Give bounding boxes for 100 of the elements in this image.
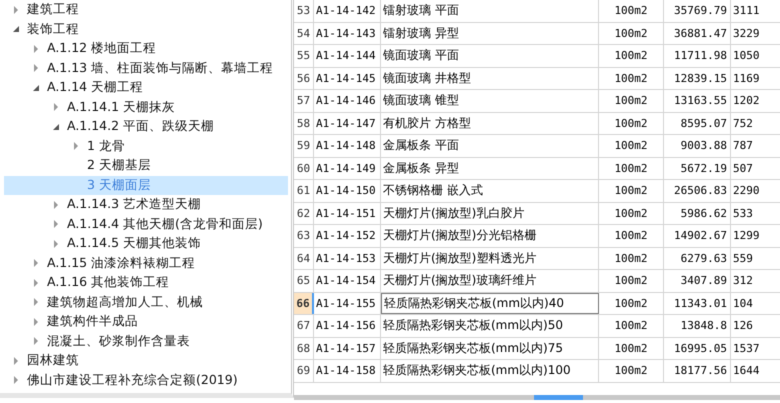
collapsed-triangle-icon[interactable]	[12, 376, 20, 384]
tree-item[interactable]: A.1.13 墙、柱面装饰与隔断、幕墙工程	[4, 58, 288, 78]
tree-item-label: A.1.14.5 天棚其他装饰	[67, 235, 202, 252]
expanded-triangle-icon[interactable]	[12, 25, 20, 34]
horizontal-scrollbar[interactable]	[294, 395, 780, 400]
table-cell-text: 1644	[732, 363, 760, 380]
row-number[interactable]: 59	[294, 135, 314, 156]
tree-item[interactable]: A.1.14.2 平面、跌级天棚	[4, 117, 288, 136]
tree-item[interactable]: 建筑工程	[4, 0, 288, 20]
table-cell-text: 104	[732, 296, 754, 312]
row-number[interactable]: 62	[294, 202, 314, 224]
table-cell: 镜面玻璃 锥型	[381, 90, 599, 112]
table-cell: 100m2	[599, 202, 664, 224]
collapsed-triangle-icon[interactable]	[32, 259, 40, 268]
tree-item[interactable]: A.1.16 其他装饰工程	[4, 273, 288, 292]
collapsed-triangle-icon[interactable]	[52, 240, 60, 248]
tree-item[interactable]: A.1.15 油漆涂料裱糊工程	[4, 254, 288, 273]
collapsed-triangle-icon[interactable]	[32, 44, 40, 53]
collapsed-triangle-icon[interactable]	[72, 142, 80, 150]
row-number[interactable]: 64	[294, 248, 314, 269]
tree-item[interactable]: A.1.14.3 艺术造型天棚	[4, 195, 288, 214]
row-number[interactable]: 63	[294, 225, 314, 246]
tree-item-label: A.1.12 楼地面工程	[47, 40, 156, 58]
row-number[interactable]: 65	[294, 270, 314, 292]
collapsed-triangle-icon[interactable]	[12, 6, 20, 14]
table-cell: 轻质隔热彩钢夹芯板(mm以内)40	[381, 292, 599, 314]
row-number[interactable]: 56	[294, 68, 314, 89]
table-cell: 100m2	[599, 45, 664, 66]
table-cell: A1-14-147	[314, 112, 381, 134]
expanded-triangle-icon[interactable]	[32, 84, 40, 92]
table-cell: A1-14-157	[314, 338, 381, 359]
tree-item[interactable]: A.1.14.1 天棚抹灰	[4, 98, 288, 117]
collapsed-triangle-icon[interactable]	[32, 64, 40, 72]
tree-item[interactable]: 混凝土、砂浆制作含量表	[4, 332, 288, 351]
table-cell: 16995.05	[664, 338, 731, 359]
collapsed-triangle-icon[interactable]	[32, 318, 40, 326]
row-number[interactable]: 53	[294, 0, 314, 22]
table-cell: 100m2	[599, 180, 664, 202]
tree-item-label: 建筑工程	[27, 1, 79, 18]
collapsed-triangle-icon[interactable]	[32, 278, 40, 287]
tree-item-label: 建筑物超高增加人工、机械	[47, 294, 203, 311]
table-cell: A1-14-145	[314, 68, 381, 89]
collapsed-triangle-icon[interactable]	[32, 337, 40, 346]
row-number[interactable]: 69	[294, 360, 314, 382]
table-cell: 100m2	[599, 270, 664, 292]
table-cell: 轻质隔热彩钢夹芯板(mm以内)75	[381, 338, 599, 359]
expanded-triangle-icon[interactable]	[52, 122, 60, 131]
collapsed-triangle-icon[interactable]	[52, 200, 60, 209]
tree-item-label: 混凝土、砂浆制作含量表	[47, 332, 190, 350]
collapsed-triangle-icon[interactable]	[12, 356, 20, 365]
table-cell: 100m2	[599, 360, 664, 382]
table-cell: A1-14-143	[314, 22, 381, 44]
table-cell: 13163.55	[664, 90, 731, 112]
table-cell: A1-14-149	[314, 158, 381, 179]
row-number[interactable]: 67	[294, 315, 314, 336]
row-number[interactable]: 58	[294, 112, 314, 134]
tree-item[interactable]: 园林建筑	[4, 351, 288, 370]
tree-item[interactable]: 2 天棚基层	[4, 156, 288, 176]
table-cell-text: 1299	[732, 228, 760, 244]
table-cell: 36881.47	[664, 22, 731, 44]
table-cell: 18177.56	[664, 360, 731, 382]
table-cell: A1-14-148	[314, 135, 381, 156]
tree-item-label: A.1.16 其他装饰工程	[47, 274, 170, 292]
table-cell: 100m2	[599, 338, 664, 359]
row-number[interactable]: 57	[294, 90, 314, 112]
tree-item[interactable]: A.1.12 楼地面工程	[4, 39, 288, 58]
table-cell: 8595.07	[664, 112, 731, 134]
row-number[interactable]: 68	[294, 338, 314, 359]
table-cell: 镭射玻璃 异型	[381, 22, 599, 44]
row-number[interactable]: 60	[294, 158, 314, 179]
tree-item-label: 2 天棚基层	[87, 157, 151, 174]
table-cell: 天棚灯片(搁放型)塑料透光片	[381, 248, 599, 269]
table-cell-text: 533	[732, 206, 754, 222]
collapsed-triangle-icon[interactable]	[52, 103, 60, 112]
table-cell: 不锈钢格栅 嵌入式	[381, 180, 599, 202]
row-number[interactable]: 55	[294, 45, 314, 66]
table-cell: 100m2	[599, 90, 664, 112]
table-cell-text: 752	[732, 116, 754, 132]
table-cell: A1-14-151	[314, 202, 381, 224]
tree-item[interactable]: A.1.14.5 天棚其他装饰	[4, 234, 288, 254]
tree-item[interactable]: 建筑构件半成品	[4, 312, 288, 332]
row-number[interactable]: 66	[294, 292, 314, 314]
tree-item-label: 1 龙骨	[87, 138, 125, 155]
table-cell: 13848.8	[664, 315, 731, 336]
table-cell: 100m2	[599, 0, 664, 22]
row-number[interactable]: 61	[294, 180, 314, 202]
tree-item[interactable]: 建筑物超高增加人工、机械	[4, 292, 288, 312]
row-number[interactable]: 54	[294, 22, 314, 44]
collapsed-triangle-icon[interactable]	[32, 298, 40, 306]
table-cell: 镜面玻璃 井格型	[381, 68, 599, 89]
collapsed-triangle-icon[interactable]	[52, 220, 60, 228]
tree-item-label: A.1.14.4 其他天棚(含龙骨和面层)	[67, 216, 263, 233]
tree-item[interactable]: 装饰工程	[4, 20, 288, 39]
table-cell: 轻质隔热彩钢夹芯板(mm以内)50	[381, 315, 599, 336]
tree-item[interactable]: A.1.14.4 其他天棚(含龙骨和面层)	[4, 214, 288, 234]
tree-item[interactable]: 1 龙骨	[4, 136, 288, 156]
tree-item[interactable]: A.1.14 天棚工程	[4, 78, 288, 98]
tree-item-label: A.1.14.1 天棚抹灰	[67, 98, 176, 116]
scrollbar-thumb[interactable]	[534, 395, 583, 400]
tree-item[interactable]: 佛山市建设工程补充综合定额(2019)	[4, 370, 288, 390]
